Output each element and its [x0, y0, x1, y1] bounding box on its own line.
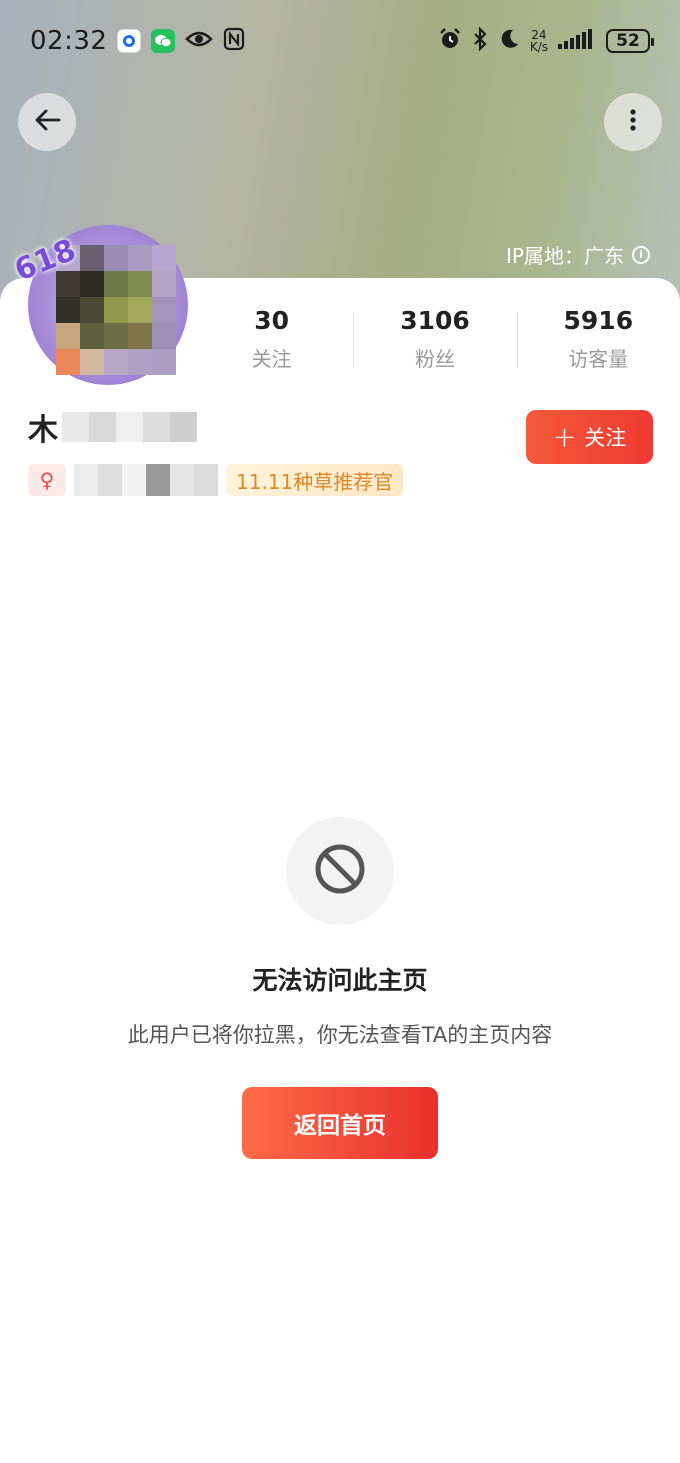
- stat-label: 粉丝: [414, 347, 455, 371]
- wechat-icon: [151, 29, 176, 53]
- blocked-title: 无法访问此主页: [252, 966, 428, 995]
- signal-icon: [558, 29, 596, 53]
- stat-value: 5916: [563, 306, 634, 335]
- nfc-icon: [223, 27, 245, 55]
- username-row: 木: [28, 405, 197, 449]
- blocked-icon-container: [286, 817, 394, 925]
- stat-label: 关注: [251, 347, 292, 371]
- forbidden-icon: [313, 842, 367, 900]
- return-home-button[interactable]: 返回首页: [242, 1087, 438, 1159]
- username-pixelated: [62, 412, 197, 442]
- follow-button[interactable]: + 关注: [526, 410, 653, 464]
- alarm-icon: [438, 27, 462, 55]
- follow-button-label: 关注: [584, 426, 627, 450]
- blocked-notice: 无法访问此主页 此用户已将你拉黑，你无法查看TA的主页内容 返回首页: [0, 817, 680, 1159]
- eye-icon: [185, 30, 214, 52]
- stat-followers[interactable]: 3106 粉丝: [353, 300, 516, 380]
- stat-value: 3106: [400, 306, 470, 335]
- stat-value: 30: [254, 306, 290, 335]
- info-icon: i: [632, 245, 650, 264]
- stat-label: 访客量: [568, 347, 629, 371]
- arrow-left-icon: [33, 108, 61, 136]
- more-button[interactable]: [604, 93, 662, 151]
- ip-location[interactable]: IP属地：广东 i: [506, 240, 650, 269]
- battery-icon: 52: [606, 29, 654, 53]
- status-time: 02:32: [30, 26, 108, 56]
- plus-icon: +: [552, 420, 577, 453]
- blocked-description: 此用户已将你拉黑，你无法查看TA的主页内容: [127, 1023, 553, 1047]
- tag-pixelated: [74, 464, 218, 496]
- bluetooth-icon: [472, 26, 488, 55]
- more-vertical-icon: [629, 108, 637, 136]
- profile-stats: 30 关注 3106 粉丝 5916 访客量: [190, 300, 680, 380]
- honor-tag[interactable]: 11.11种草推荐官: [226, 464, 404, 496]
- avatar[interactable]: 618: [8, 205, 198, 395]
- status-bar: 02:32 24 K/s 52: [0, 0, 680, 82]
- username: 木: [28, 413, 58, 448]
- app-blue-icon: [117, 29, 142, 53]
- stat-following[interactable]: 30 关注: [190, 300, 353, 380]
- profile-tags: ♀ 11.11种草推荐官: [28, 464, 404, 496]
- stat-visitors[interactable]: 5916 访客量: [516, 300, 680, 380]
- female-icon: ♀: [28, 464, 66, 496]
- back-button[interactable]: [18, 93, 76, 151]
- net-speed: 24 K/s: [529, 28, 548, 54]
- moon-icon: [498, 28, 520, 54]
- ip-location-text: IP属地：广东: [506, 244, 624, 268]
